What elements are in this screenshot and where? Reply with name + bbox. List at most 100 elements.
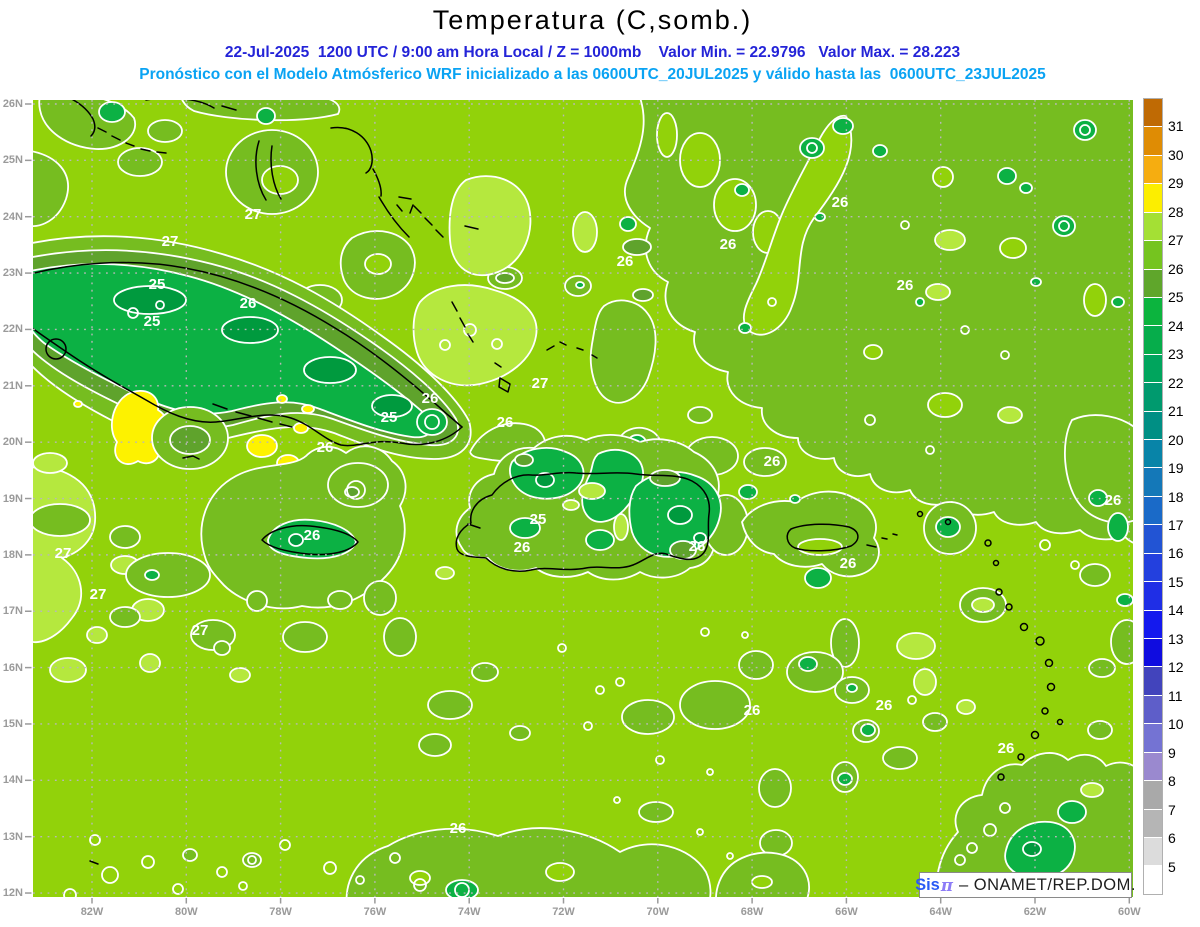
contour-label: 26	[840, 555, 857, 572]
colorbar-segment	[1144, 127, 1162, 155]
contour-label: 26	[744, 702, 761, 719]
colorbar-tick-label: 10	[1168, 716, 1184, 733]
weather-map-page: Temperatura (C,somb.) 22-Jul-2025 1200 U…	[0, 0, 1200, 927]
colorbar-tick-label: 29	[1168, 175, 1184, 192]
lat-label: 12N	[2, 887, 23, 900]
colorbar-tick-label: 20	[1168, 431, 1184, 448]
colorbar-tick-label: 6	[1168, 830, 1176, 847]
contour-label: 26	[897, 277, 914, 294]
lon-label: 80W	[174, 906, 198, 918]
colorbar-segment	[1144, 752, 1162, 781]
colorbar-segment	[1144, 99, 1162, 127]
lon-label: 66W	[835, 906, 858, 918]
colorbar-tick-label: 28	[1168, 203, 1184, 220]
lat-label: 26N	[2, 98, 23, 110]
colorbar-tick-label: 31	[1168, 118, 1184, 135]
contour-label: 26	[832, 194, 849, 211]
colorbar-tick-label: 15	[1168, 573, 1184, 590]
colorbar-segment	[1144, 468, 1162, 496]
colorbar-segment	[1144, 354, 1162, 383]
colorbar-tick-label: 19	[1168, 460, 1184, 477]
contour-label: 27	[532, 375, 549, 392]
contour-label: 26	[876, 697, 893, 714]
contour-label: 26	[422, 390, 439, 407]
lon-label: 74W	[457, 906, 481, 918]
colorbar-segment	[1144, 440, 1162, 468]
colorbar-segment	[1144, 269, 1162, 297]
contour-label: 25	[149, 276, 166, 293]
lat-label: 16N	[2, 661, 23, 674]
colorbar-tick-label: 25	[1168, 289, 1184, 306]
colorbar-segment	[1144, 809, 1162, 837]
lat-label: 21N	[2, 379, 23, 392]
lat-label: 18N	[2, 548, 23, 561]
colorbar-tick-label: 8	[1168, 773, 1176, 790]
lon-label: 62W	[1023, 906, 1047, 918]
lat-label: 25N	[2, 154, 23, 167]
colorbar-segment	[1144, 297, 1162, 326]
colorbar-segment	[1144, 383, 1162, 411]
lat-label: 13N	[2, 830, 23, 843]
watermark-sis: Sis	[915, 875, 940, 894]
lon-label: 72W	[552, 906, 575, 918]
watermark-source: – ONAMET/REP.DOM.	[953, 875, 1136, 894]
colorbar-segment	[1144, 212, 1162, 241]
contour-label: 26	[450, 820, 467, 837]
colorbar-tick-label: 16	[1168, 545, 1184, 562]
lat-label: 23N	[2, 267, 23, 280]
colorbar-segment	[1144, 326, 1162, 354]
colorbar-tick-label: 11	[1168, 687, 1183, 704]
contour-label: 25	[144, 313, 161, 330]
colorbar-segment	[1144, 866, 1162, 894]
lon-label: 60W	[1117, 906, 1141, 918]
colorbar-tick-label: 13	[1168, 630, 1184, 647]
lon-label: 64W	[929, 906, 952, 918]
temperature-colorbar	[1143, 98, 1163, 895]
lon-label: 82W	[80, 906, 104, 918]
colorbar-segment	[1144, 695, 1162, 724]
colorbar-segment	[1144, 837, 1162, 866]
contour-label: 26	[304, 527, 321, 544]
colorbar-segment	[1144, 241, 1162, 269]
colorbar-tick-label: 9	[1168, 744, 1176, 761]
contour-label: 26	[240, 295, 257, 312]
contour-label: 26	[764, 453, 781, 470]
contour-label: 27	[192, 622, 209, 639]
colorbar-tick-label: 27	[1168, 232, 1184, 249]
lat-label: 17N	[2, 605, 23, 618]
lon-label: 68W	[740, 906, 764, 918]
colorbar-segment	[1144, 411, 1162, 440]
colorbar-tick-label: 24	[1168, 317, 1184, 334]
colorbar-segment	[1144, 667, 1162, 695]
colorbar-segment	[1144, 639, 1162, 667]
contour-label: 26	[1105, 492, 1122, 509]
colorbar-segment	[1144, 184, 1162, 212]
contour-label: 26	[720, 236, 737, 253]
contour-label: 26	[317, 439, 334, 456]
contour-label: 25	[381, 409, 398, 426]
contour-label: 26	[998, 740, 1015, 757]
colorbar-tick-label: 7	[1168, 801, 1176, 818]
watermark-pi-icon: π	[940, 875, 953, 895]
lon-label: 78W	[269, 906, 292, 918]
contour-label: 27	[90, 586, 107, 603]
contour-label: 26	[617, 253, 634, 270]
watermark-box: Sis π – ONAMET/REP.DOM.	[915, 872, 1135, 898]
colorbar-segment	[1144, 155, 1162, 184]
colorbar-segment	[1144, 781, 1162, 809]
colorbar-tick-label: 22	[1168, 374, 1184, 391]
lat-label: 14N	[2, 774, 23, 787]
colorbar-tick-label: 21	[1168, 403, 1184, 420]
colorbar-segment	[1144, 582, 1162, 610]
contour-label: 26	[689, 538, 706, 555]
colorbar-segment	[1144, 724, 1162, 752]
colorbar-tick-label: 12	[1168, 659, 1184, 676]
colorbar-tick-label: 17	[1168, 516, 1184, 533]
colorbar-tick-label: 18	[1168, 488, 1184, 505]
lon-label: 70W	[646, 906, 670, 918]
contour-label: 27	[55, 545, 72, 562]
colorbar-tick-label: 14	[1168, 602, 1184, 619]
temperature-contour-map: 27 27 25 25 26 25 26 27 26 26 26 26 26 26 26 25 26 26 26 26…	[25, 100, 1133, 904]
colorbar-segment	[1144, 553, 1162, 582]
contour-label: 26	[514, 539, 531, 556]
